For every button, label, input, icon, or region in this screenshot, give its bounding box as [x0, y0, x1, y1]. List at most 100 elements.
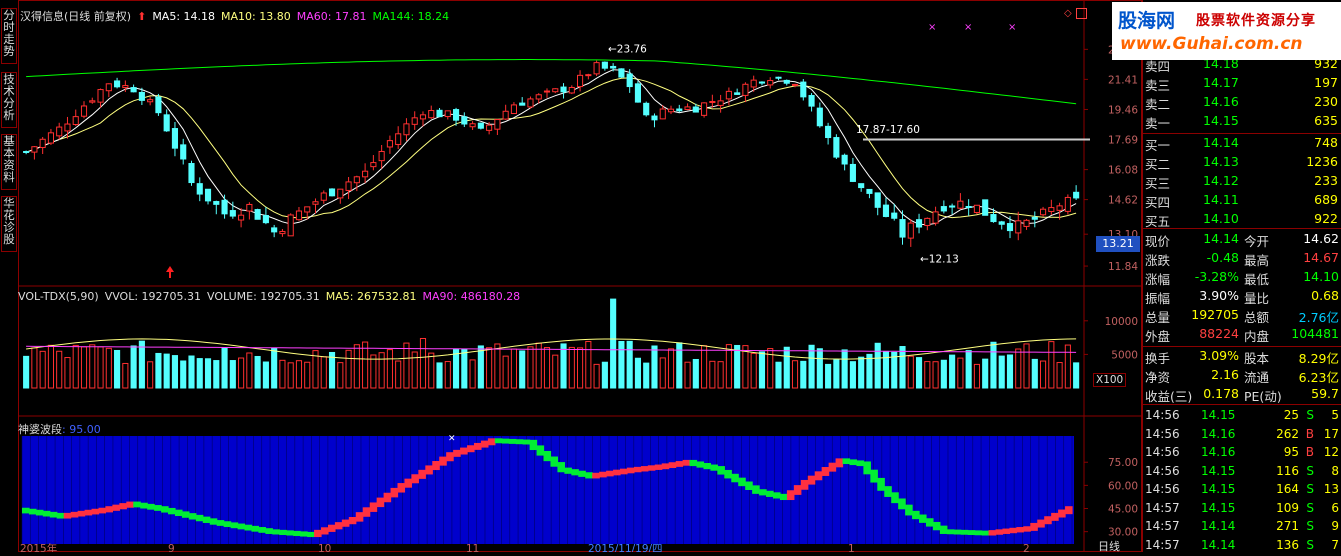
price-axis-label: 21.41: [1108, 74, 1138, 86]
maximize-icon[interactable]: [1076, 8, 1087, 19]
oscillator-bar: [1051, 512, 1059, 521]
volume-bar: [510, 348, 517, 389]
bid-row[interactable]: 买五 14.10 922: [1143, 210, 1341, 229]
stat-label-2: 量比: [1244, 291, 1270, 306]
oscillator-bar: [112, 504, 120, 511]
tab-diagnosis-label: 华花诊股: [3, 196, 15, 246]
oscillator-bar: [877, 477, 885, 491]
volume-bar: [122, 362, 129, 389]
candle-body: [403, 123, 410, 136]
candle-body: [370, 162, 377, 168]
oscillator-bar: [35, 509, 44, 516]
oscillator-bar: [842, 458, 851, 465]
volume-bar: [254, 355, 261, 389]
volume-bar: [204, 358, 212, 389]
volume-bar: [965, 350, 972, 389]
candle-body: [31, 146, 38, 153]
oscillator-bar: [91, 508, 100, 515]
tab-fundamentals[interactable]: 基本资料: [1, 134, 17, 190]
candle-body: [858, 183, 865, 189]
volume-bar: [601, 361, 608, 389]
tick-count: 8: [1331, 463, 1339, 478]
oscillator-bar: [376, 497, 385, 508]
oscillator-bar: [70, 511, 79, 518]
candle-body: [345, 181, 352, 191]
candle-body: [395, 133, 402, 145]
candle-body: [709, 100, 716, 103]
volume-bar: [1031, 358, 1038, 389]
bid-row[interactable]: 买一 14.14 748: [1143, 134, 1341, 153]
tick-price: 14.15: [1201, 482, 1236, 496]
candle-body: [1064, 196, 1071, 212]
stat-value-2: 59.7: [1311, 386, 1339, 401]
bid-label: 买二: [1145, 157, 1171, 172]
date-label: 9: [168, 543, 175, 552]
stat-label: 换手: [1145, 351, 1171, 366]
oscillator-bar: [348, 517, 357, 525]
ask-row[interactable]: 卖二 14.16 230: [1143, 93, 1341, 112]
volume-bar: [221, 347, 228, 389]
current-price-tag: 13.21: [1096, 236, 1140, 252]
oscillator-bar: [884, 486, 892, 497]
volume-bar: [353, 344, 360, 389]
tick-row: 14:57 14.14 271 S 9: [1143, 518, 1341, 537]
stat-label-2: PE(动): [1244, 389, 1282, 404]
price-axis-label: 11.84: [1108, 261, 1138, 273]
candle-body: [238, 214, 245, 221]
candle-body: [138, 91, 145, 101]
chart-canvas[interactable]: 23.5521.4119.4617.6916.0814.6213.1011.84…: [18, 0, 1142, 552]
tick-price: 14.14: [1201, 519, 1236, 533]
ask-row[interactable]: 卖一 14.15 635: [1143, 112, 1341, 131]
tick-volume: 109: [1276, 500, 1299, 515]
candle-body: [486, 124, 493, 131]
stat-value-2: 14.10: [1303, 269, 1339, 284]
tab-technical[interactable]: 技术分析: [1, 72, 17, 128]
chart-area[interactable]: 23.5521.4119.4617.6916.0814.6213.1011.84…: [18, 0, 1142, 553]
bid-volume: 748: [1314, 135, 1338, 150]
oscillator-bar: [571, 469, 579, 476]
oscillator-bar: [800, 479, 809, 490]
ask-row[interactable]: 卖三 14.17 197: [1143, 74, 1341, 93]
price-axis-label: 14.62: [1108, 195, 1138, 207]
oscillator-bar: [494, 438, 503, 444]
candle-body: [304, 206, 311, 213]
candle-body: [1073, 191, 1080, 199]
bid-price: 14.13: [1203, 154, 1239, 169]
tick-count: 12: [1323, 445, 1339, 459]
oscillator-bar: [244, 524, 253, 531]
tick-direction: S: [1306, 482, 1314, 496]
diamond-icon[interactable]: ◇: [1064, 8, 1072, 19]
volume-bar: [97, 346, 104, 389]
volume-bar: [428, 352, 435, 389]
bid-row[interactable]: 买三 14.12 233: [1143, 172, 1341, 191]
oscillator-bar: [1016, 527, 1024, 533]
tab-fundamentals-label: 基本资料: [3, 134, 15, 184]
candle-body: [535, 94, 542, 100]
candle-body: [725, 90, 732, 100]
bid-price: 14.12: [1203, 173, 1239, 188]
bid-row[interactable]: 买二 14.13 1236: [1143, 153, 1341, 172]
separator: [1143, 228, 1341, 229]
oscillator-bar: [480, 440, 489, 448]
bid-price: 14.11: [1203, 192, 1239, 207]
stat-value-2: 14.67: [1303, 250, 1339, 265]
candle-body: [825, 125, 832, 139]
volume-bar: [684, 361, 691, 389]
volume-bar: [295, 360, 303, 389]
candle-body: [924, 217, 931, 226]
volume-bar: [643, 362, 650, 389]
oscillator-bar: [779, 493, 788, 501]
candle-body: [428, 110, 435, 119]
tab-diagnosis[interactable]: 华花诊股: [1, 196, 17, 252]
separator: [1143, 404, 1341, 405]
tab-intraday[interactable]: 分时走势: [1, 8, 17, 64]
candle-body: [1056, 205, 1063, 211]
volume-bar: [1023, 343, 1030, 389]
oscillator-bar: [1044, 516, 1052, 525]
volume-bar: [568, 346, 575, 389]
oscillator-bar: [522, 439, 531, 445]
stat-value: 2.16: [1211, 367, 1239, 382]
volume-bar: [577, 347, 584, 389]
candle-body: [246, 203, 253, 212]
bid-row[interactable]: 买四 14.11 689: [1143, 191, 1341, 210]
